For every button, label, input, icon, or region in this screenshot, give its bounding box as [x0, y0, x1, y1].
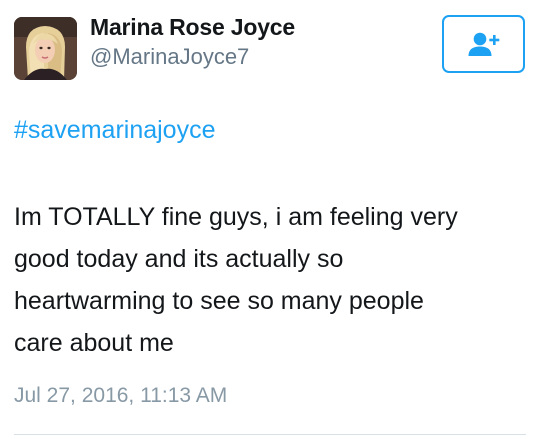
author-handle[interactable]: @MarinaJoyce7: [90, 44, 249, 70]
tweet-text-line: Im TOTALLY fine guys, i am feeling very: [14, 203, 458, 231]
add-user-icon: [468, 32, 499, 56]
tweet-timestamp[interactable]: Jul 27, 2016, 11:13 AM: [14, 384, 227, 408]
profile-photo-icon: [14, 17, 77, 80]
author-display-name[interactable]: Marina Rose Joyce: [90, 14, 295, 41]
hashtag-link[interactable]: #savemarinajoyce: [14, 116, 216, 145]
author-avatar[interactable]: [14, 17, 77, 80]
tweet-text-line: good today and its actually so: [14, 245, 344, 273]
tweet-text: Im TOTALLY fine guys, i am feeling very …: [14, 196, 526, 364]
tweet-text-line: heartwarming to see so many people: [14, 287, 424, 315]
tweet-card: Marina Rose Joyce @MarinaJoyce7 #savemar…: [0, 0, 540, 439]
tweet-text-line: care about me: [14, 329, 174, 357]
follow-button[interactable]: [442, 15, 525, 73]
divider: [14, 434, 526, 435]
